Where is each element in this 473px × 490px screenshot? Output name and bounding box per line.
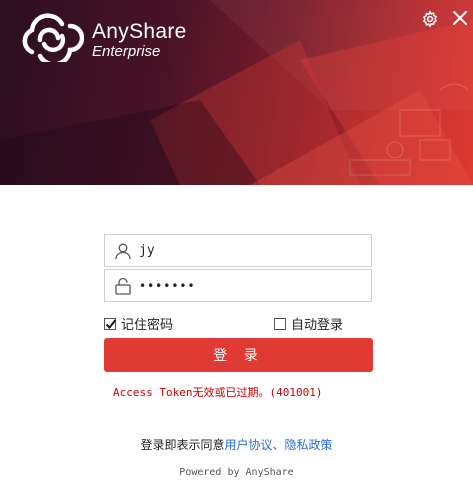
privacy-policy-link[interactable]: 隐私政策 (285, 438, 333, 452)
auto-login-label: 自动登录 (291, 318, 344, 333)
checkbox-unchecked[interactable] (274, 317, 286, 330)
check-icon (105, 318, 117, 329)
error-message: Access Token无效或已过期。(401001) (113, 386, 323, 399)
checkbox-checked[interactable] (104, 317, 117, 330)
brand-name: AnyShare (92, 20, 187, 43)
password-field[interactable] (104, 269, 372, 302)
user-icon (115, 243, 131, 260)
agreement-separator: 、 (272, 438, 285, 452)
cloud-logo-icon (22, 13, 84, 62)
powered-by: Powered by AnyShare (179, 467, 294, 478)
login-button[interactable]: 登 录 (104, 338, 373, 372)
agreement-prefix: 登录即表示同意 (140, 438, 225, 452)
username-field[interactable] (104, 234, 372, 267)
lock-icon (115, 277, 131, 295)
username-input[interactable] (139, 239, 364, 262)
gear-icon[interactable] (421, 10, 439, 28)
agreement-line: 登录即表示同意用户协议、隐私政策 (0, 436, 473, 453)
remember-password-label: 记住密码 (121, 318, 174, 333)
auto-login-checkbox[interactable]: 自动登录 (274, 314, 343, 333)
remember-password-checkbox[interactable]: 记住密码 (104, 314, 173, 333)
user-agreement-link[interactable]: 用户协议 (224, 438, 272, 452)
brand-subtitle: Enterprise (92, 43, 161, 60)
header-banner: AnyShare Enterprise (0, 0, 473, 185)
password-input[interactable] (139, 274, 364, 297)
close-icon[interactable] (452, 10, 468, 26)
